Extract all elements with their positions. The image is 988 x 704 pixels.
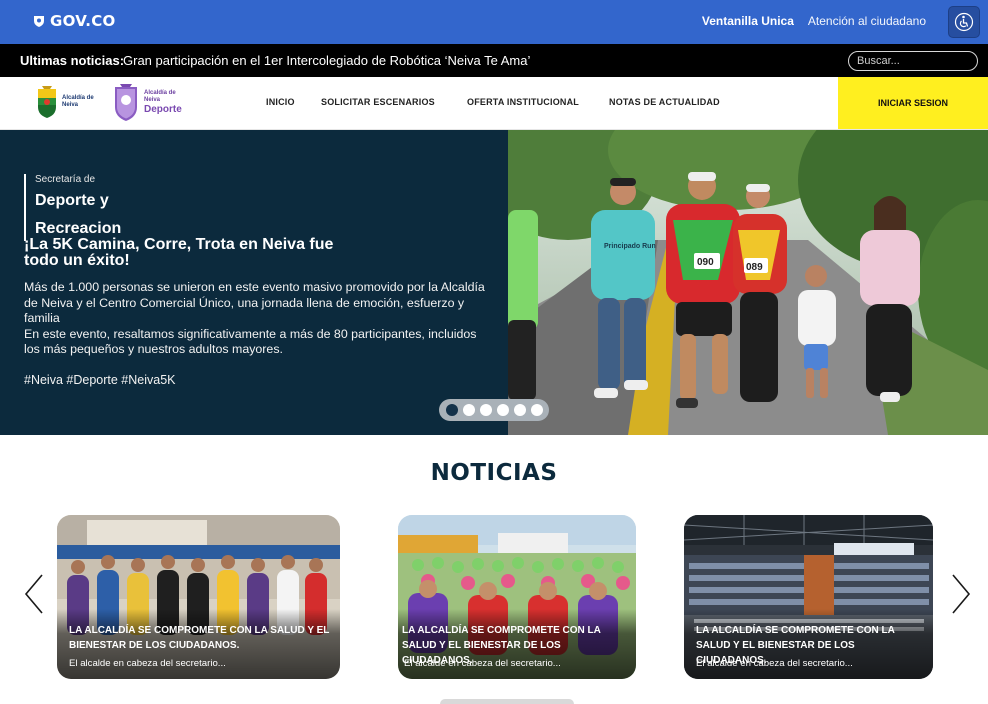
carousel-dot-5[interactable]: [513, 404, 526, 416]
news-card-title: LA ALCALDÍA SE COMPROMETE CON LA SALUD Y…: [69, 625, 330, 651]
nav-item-notas-actualidad[interactable]: NOTAS DE ACTUALIDAD: [609, 97, 720, 107]
main-nav: Alcaldía de Neiva Alcaldía de Neiva Depo…: [0, 77, 988, 130]
news-card-excerpt: El alcalde en cabeza del secretario...: [404, 658, 561, 669]
gov-bar: GOV.CO Ventanilla Unica Atención al ciud…: [0, 0, 988, 44]
ventanilla-unica-link[interactable]: Ventanilla Unica: [702, 14, 794, 28]
deporte-crest-icon: [115, 84, 137, 121]
carousel-dot-1[interactable]: [445, 404, 458, 416]
alcaldia-logo-text: Alcaldía de Neiva: [62, 95, 94, 108]
carousel-dot-4[interactable]: [496, 404, 509, 416]
gov-co-logo-text: GOV.CO: [50, 12, 116, 30]
nav-item-oferta-institucional[interactable]: OFERTA INSTITUCIONAL: [467, 97, 579, 107]
carousel-scroll-indicator[interactable]: [440, 699, 574, 704]
page: GOV.CO Ventanilla Unica Atención al ciud…: [0, 0, 988, 704]
hero-body-paragraph-1: Más de 1.000 personas se unieron en este…: [24, 280, 485, 325]
colombia-shield-icon: [34, 16, 44, 27]
gov-links: Ventanilla Unica Atención al ciudadano: [702, 14, 926, 28]
search-input[interactable]: [848, 51, 978, 71]
hero-hashtags: #Neiva #Deporte #Neiva5K: [24, 373, 176, 387]
news-ticker: Ultimas noticias: Gran participación en …: [0, 44, 988, 77]
accessibility-button[interactable]: [948, 6, 980, 38]
news-card[interactable]: LA ALCALDÍA SE COMPROMETE CON LA SALUD Y…: [684, 515, 933, 679]
nav-item-inicio[interactable]: INICIO: [266, 97, 295, 107]
deporte-logo[interactable]: Alcaldía de Neiva Deporte: [112, 82, 192, 122]
deporte-logo-small: Alcaldía de Neiva: [144, 89, 176, 103]
ticker-label: Ultimas noticias:: [20, 53, 125, 68]
secretaria-line-1: Deporte y: [35, 192, 109, 209]
chevron-left-icon[interactable]: [22, 573, 46, 615]
ticker-headline[interactable]: Gran participación en el 1er Intercolegi…: [123, 53, 530, 68]
bib-number-1: 090: [697, 257, 714, 268]
shirt-text: Principado Run: [604, 243, 656, 250]
hero-title: ¡La 5K Camina, Corre, Trota en Neiva fue…: [24, 236, 334, 269]
carousel-dot-3[interactable]: [479, 404, 492, 416]
atencion-ciudadano-link[interactable]: Atención al ciudadano: [808, 14, 926, 28]
news-card-excerpt: El alcalde en cabeza del secretario...: [696, 658, 853, 669]
news-card-excerpt: El alcalde en cabeza del secretario...: [69, 658, 226, 669]
deporte-logo-big: Deporte: [144, 103, 182, 115]
carousel-dot-6[interactable]: [530, 404, 543, 416]
hero-photo: Principado Run 090 089: [508, 130, 988, 435]
news-section-title: NOTICIAS: [430, 460, 558, 486]
hero-carousel: Secretaría de Deporte y Recreacion ¡La 5…: [0, 130, 988, 435]
deporte-logo-text: Alcaldía de Neiva Deporte: [144, 90, 192, 115]
runners-photo: Principado Run 090 089: [508, 130, 988, 435]
secretaria-small: Secretaría de: [35, 174, 96, 185]
news-card[interactable]: LA ALCALDÍA SE COMPROMETE CON LA SALUD Y…: [398, 515, 636, 679]
carousel-indicators: [439, 399, 549, 421]
neiva-crest-icon: [38, 86, 56, 118]
gov-co-logo[interactable]: GOV.CO: [32, 12, 116, 30]
hero-body: Más de 1.000 personas se unieron en este…: [24, 280, 494, 358]
hero-body-paragraph-2: En este evento, resaltamos significativa…: [24, 326, 477, 357]
news-card[interactable]: LA ALCALDÍA SE COMPROMETE CON LA SALUD Y…: [57, 515, 340, 679]
nav-item-solicitar-escenarios[interactable]: SOLICITAR ESCENARIOS: [321, 97, 435, 107]
alcaldia-logo[interactable]: Alcaldía de Neiva: [36, 85, 96, 119]
bib-number-2: 089: [746, 262, 763, 273]
secretaria-block: Secretaría de Deporte y Recreacion: [24, 174, 121, 241]
chevron-right-icon[interactable]: [949, 573, 973, 615]
accessibility-icon: [954, 12, 974, 32]
login-button[interactable]: INICIAR SESION: [838, 77, 988, 129]
hero-text-panel: Secretaría de Deporte y Recreacion ¡La 5…: [0, 130, 508, 435]
carousel-dot-2[interactable]: [462, 404, 475, 416]
